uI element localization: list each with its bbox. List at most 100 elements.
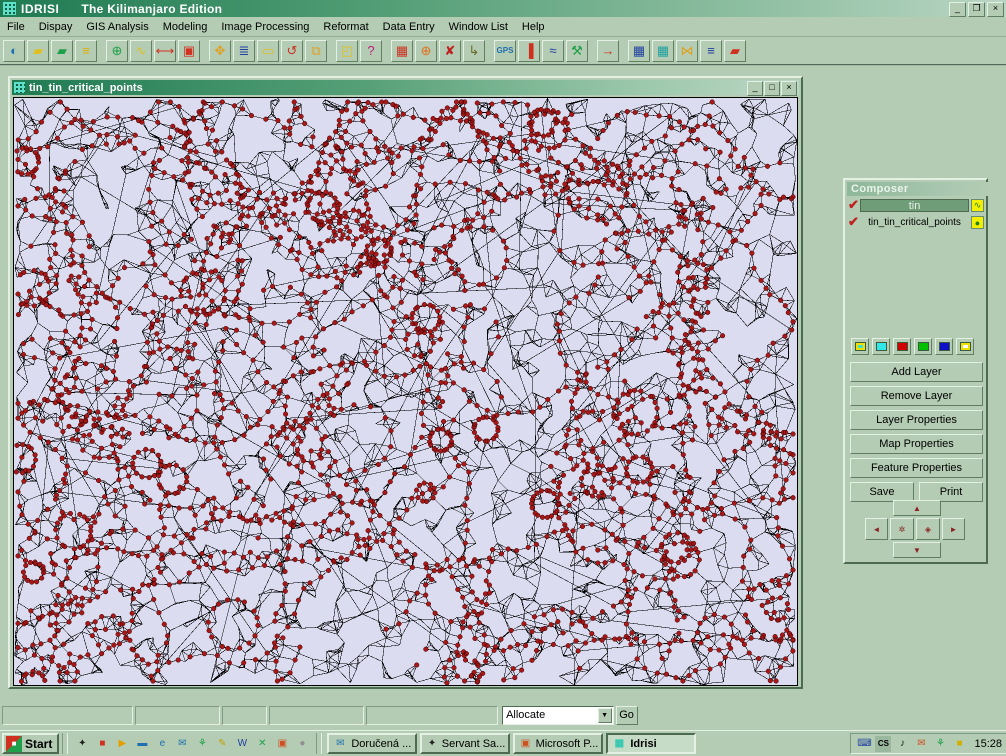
composer-layer-list[interactable]: ✔ tin ∿ ✔ tin_tin_critical_points ● <box>847 198 984 338</box>
toolbar-world-map-icon[interactable]: ⊕ <box>106 39 128 62</box>
notepad-icon[interactable]: ✎ <box>214 736 230 752</box>
palette-green[interactable] <box>914 338 932 355</box>
layer-symbol-swatch[interactable]: ∿ <box>971 199 984 212</box>
toolbar-feature-link-icon[interactable]: ⧉ <box>305 39 327 62</box>
toolbar-restore-view-icon[interactable]: ↺ <box>281 39 303 62</box>
toolbar-grid-table-icon[interactable]: ▦ <box>628 39 650 62</box>
remove-layer-button[interactable]: Remove Layer <box>850 386 983 406</box>
colors-tray-icon[interactable]: ■ <box>951 736 967 752</box>
map-canvas[interactable] <box>13 97 798 686</box>
composer-layer-name[interactable]: tin <box>860 199 969 212</box>
toolbar-idrisi-explorer-icon[interactable]: ◐ <box>3 39 25 62</box>
toolbar-text-editor-icon[interactable]: ≡ <box>700 39 722 62</box>
task-button-microsoftp[interactable]: ▣ Microsoft P... <box>513 733 604 754</box>
toolbar-profile-icon[interactable]: ⚒ <box>566 39 588 62</box>
chevron-down-icon[interactable]: ▼ <box>597 708 612 723</box>
word-icon[interactable]: W <box>234 736 250 752</box>
toolbar-pan-icon[interactable]: ✥ <box>209 39 231 62</box>
layer-properties-button[interactable]: Layer Properties <box>850 410 983 430</box>
minimize-button[interactable]: _ <box>949 2 966 17</box>
full-extent-button[interactable]: ✲ <box>890 518 914 540</box>
map-properties-button[interactable]: Map Properties <box>850 434 983 454</box>
print-button[interactable]: Print <box>919 482 983 502</box>
palette-blue[interactable] <box>935 338 953 355</box>
menu-item-data-entry[interactable]: Data Entry <box>376 19 442 35</box>
servant-salamander-icon[interactable]: ✦ <box>74 736 90 752</box>
pan-up-button[interactable]: ▲ <box>893 500 941 516</box>
menu-item-gis-analysis[interactable]: GIS Analysis <box>79 19 155 35</box>
feature-properties-button[interactable]: Feature Properties <box>850 458 983 478</box>
language-indicator[interactable]: CS <box>875 735 892 752</box>
toolbar-add-layer-icon[interactable]: ∿ <box>130 39 152 62</box>
menu-item-window-list[interactable]: Window List <box>442 19 515 35</box>
map-maximize-button[interactable]: □ <box>764 81 780 96</box>
toolbar-list-properties-icon[interactable]: ≡ <box>75 39 97 62</box>
excel-icon[interactable]: ✕ <box>254 736 270 752</box>
powerpoint-icon[interactable]: ▣ <box>274 736 290 752</box>
show-desktop-icon[interactable]: ▬ <box>134 736 150 752</box>
toolbar-group-link-icon[interactable]: ▣ <box>178 39 200 62</box>
menu-item-reformat[interactable]: Reformat <box>316 19 375 35</box>
composer-layer-row[interactable]: ✔ tin_tin_critical_points ● <box>847 215 984 230</box>
layer-visible-checkmark-icon[interactable]: ✔ <box>847 215 860 229</box>
toolbar-import-icon[interactable]: → <box>597 39 619 62</box>
media-player-icon[interactable]: ▶ <box>114 736 130 752</box>
menu-item-help[interactable]: Help <box>515 19 552 35</box>
map-minimize-button[interactable]: _ <box>747 81 763 96</box>
toolbar-table-query-icon[interactable]: ▦ <box>391 39 413 62</box>
colors-icon[interactable]: ■ <box>94 736 110 752</box>
task-button-servantsa[interactable]: ✦ Servant Sa... <box>420 733 511 754</box>
toolbar-collection-editor-icon[interactable]: ⋈ <box>676 39 698 62</box>
composer-layer-name[interactable]: tin_tin_critical_points <box>860 216 969 229</box>
recenter-button[interactable]: ◈ <box>916 518 940 540</box>
mail-notify-icon[interactable]: ✉ <box>913 736 929 752</box>
map-close-button[interactable]: × <box>781 81 797 96</box>
start-button[interactable]: ■ Start <box>2 733 60 754</box>
menu-item-image-processing[interactable]: Image Processing <box>214 19 316 35</box>
toolbar-delete-feature-icon[interactable]: ✘ <box>439 39 461 62</box>
menu-item-dispay[interactable]: Dispay <box>32 19 80 35</box>
layer-visible-checkmark-icon[interactable]: ✔ <box>847 198 860 212</box>
palette-red[interactable] <box>893 338 911 355</box>
palette-cyan[interactable] <box>872 338 890 355</box>
toolbar-database-table-icon[interactable]: ▦ <box>652 39 674 62</box>
add-layer-button[interactable]: Add Layer <box>850 362 983 382</box>
toolbar-zoom-extents-icon[interactable]: ⟷ <box>154 39 176 62</box>
task-button-idrisi[interactable]: ▦ Idrisi <box>606 733 697 754</box>
outlook-icon[interactable]: ✉ <box>174 736 190 752</box>
toolbar-filter-icon[interactable]: ≈ <box>542 39 564 62</box>
palette-layers-white[interactable] <box>956 338 974 355</box>
menu-item-file[interactable]: File <box>0 19 32 35</box>
cd-icon[interactable]: ● <box>294 736 310 752</box>
toolbar-end-digitize-icon[interactable]: ↳ <box>463 39 485 62</box>
pan-down-button[interactable]: ▼ <box>893 542 941 558</box>
toolbar-placement-icon[interactable]: ◰ <box>336 39 358 62</box>
lite-icon[interactable]: ⚘ <box>194 736 210 752</box>
task-button-doruen[interactable]: ✉ Doručená ... <box>327 733 418 754</box>
toolbar-digitize-point-icon[interactable]: ⊕ <box>415 39 437 62</box>
toolbar-select-window-icon[interactable]: ▭ <box>257 39 279 62</box>
toolbar-macro-modeler-icon[interactable]: ▰ <box>724 39 746 62</box>
layer-symbol-swatch[interactable]: ● <box>971 216 984 229</box>
toolbar-layer-stack-icon[interactable]: ≣ <box>233 39 255 62</box>
internet-explorer-icon[interactable]: e <box>154 736 170 752</box>
pan-left-button[interactable]: ◄ <box>865 518 888 540</box>
toolbar-open-folder-icon[interactable]: ▰ <box>27 39 49 62</box>
pan-right-button[interactable]: ► <box>942 518 965 540</box>
restore-button[interactable]: ❐ <box>968 2 985 17</box>
composer-layer-row[interactable]: ✔ tin ∿ <box>847 198 984 213</box>
go-button[interactable]: Go <box>615 706 638 725</box>
menu-item-modeling[interactable]: Modeling <box>156 19 215 35</box>
toolbar-query-cursor-icon[interactable]: ? <box>360 39 382 62</box>
toolbar-gps-icon[interactable]: GPS <box>494 39 516 62</box>
close-button[interactable]: × <box>987 2 1004 17</box>
toolbar-display-layers-icon[interactable]: ▰ <box>51 39 73 62</box>
lite-tray-icon[interactable]: ⚘ <box>932 736 948 752</box>
network-icon[interactable]: ⌨ <box>856 736 872 752</box>
clock[interactable]: 15:28 <box>974 738 1002 750</box>
palette-layers-yellow[interactable] <box>851 338 869 355</box>
command-combo[interactable]: Allocate ▼ <box>502 706 614 725</box>
toolbar-histogram-icon[interactable]: ▐ <box>518 39 540 62</box>
save-button[interactable]: Save <box>850 482 914 502</box>
volume-icon[interactable]: ♪ <box>894 736 910 752</box>
